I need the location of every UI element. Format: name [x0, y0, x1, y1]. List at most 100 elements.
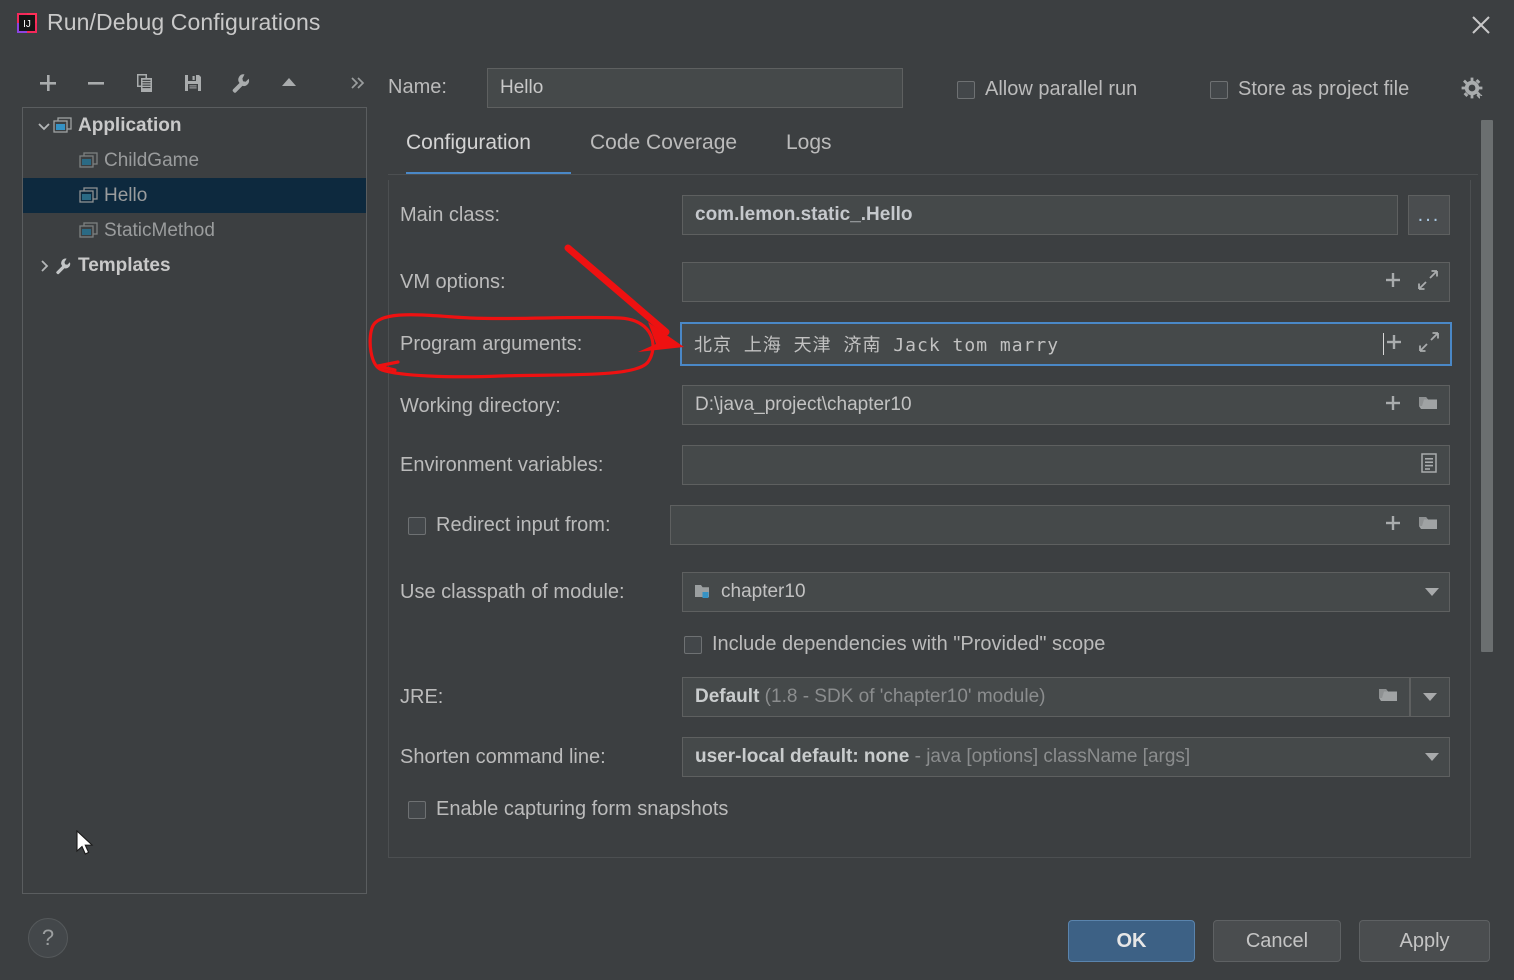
- enable-snapshots-checkbox[interactable]: Enable capturing form snapshots: [408, 798, 728, 821]
- macro-plus-icon[interactable]: [1383, 513, 1403, 538]
- application-icon: [53, 116, 73, 135]
- program-arguments-input[interactable]: 北京 上海 天津 济南 Jack tom marry: [680, 322, 1452, 366]
- tree-node-label: StaticMethod: [104, 219, 215, 241]
- tab-bar: Configuration Code Coverage Logs: [388, 131, 1478, 175]
- macro-plus-icon[interactable]: [1384, 332, 1404, 357]
- shorten-command-line-label: Shorten command line:: [400, 746, 606, 768]
- minus-icon[interactable]: [80, 62, 112, 102]
- vm-options-input[interactable]: [682, 262, 1450, 302]
- expand-icon[interactable]: [1417, 269, 1439, 296]
- arrow-up-icon[interactable]: [273, 62, 305, 102]
- close-icon[interactable]: [1462, 6, 1500, 44]
- apply-button[interactable]: Apply: [1359, 920, 1490, 962]
- cancel-button[interactable]: Cancel: [1213, 920, 1341, 962]
- tab-divider: [388, 174, 1478, 175]
- ok-button[interactable]: OK: [1068, 920, 1195, 962]
- jre-value-detail: (1.8 - SDK of 'chapter10' module): [759, 686, 1046, 707]
- classpath-module-dropdown[interactable]: [1425, 588, 1449, 596]
- form-scrollbar-thumb[interactable]: [1481, 120, 1493, 652]
- run-config-icon: [79, 186, 99, 205]
- name-input[interactable]: [487, 68, 903, 108]
- save-icon[interactable]: [177, 62, 209, 102]
- shorten-command-line-value: user-local default: none - java [options…: [683, 746, 1425, 768]
- working-directory-label: Working directory:: [400, 395, 561, 417]
- apply-label: Apply: [1399, 929, 1450, 952]
- redirect-input-checkbox[interactable]: Redirect input from:: [408, 514, 611, 537]
- tab-configuration[interactable]: Configuration: [406, 131, 571, 175]
- window-title: Run/Debug Configurations: [47, 9, 321, 35]
- cancel-label: Cancel: [1245, 929, 1309, 952]
- store-as-project-file-checkbox[interactable]: Store as project file: [1210, 78, 1409, 101]
- configurations-tree[interactable]: Application ChildGame Hello StaticMethod…: [22, 107, 367, 894]
- tree-node-label: Application: [78, 114, 182, 136]
- program-arguments-label: Program arguments:: [400, 333, 583, 355]
- chevron-down-icon: [1425, 753, 1439, 761]
- allow-parallel-run-checkbox[interactable]: Allow parallel run: [957, 78, 1137, 101]
- chevron-double-right-icon[interactable]: [344, 62, 372, 102]
- configurations-toolbar: [22, 62, 366, 108]
- checkbox-box: [1210, 80, 1228, 99]
- macro-plus-icon[interactable]: [1383, 270, 1403, 295]
- jre-dropdown-button[interactable]: [1410, 677, 1450, 717]
- tab-label: Configuration: [406, 131, 531, 154]
- intellij-idea-icon: IJ: [16, 12, 38, 34]
- plus-icon[interactable]: [32, 62, 64, 102]
- main-class-browse-button[interactable]: ...: [1408, 195, 1450, 235]
- env-list-icon[interactable]: [1419, 452, 1439, 479]
- classpath-module-label: Use classpath of module:: [400, 581, 625, 603]
- tree-node-application[interactable]: Application: [23, 108, 366, 143]
- folder-icon[interactable]: [1377, 685, 1399, 710]
- environment-variables-input[interactable]: [682, 445, 1450, 485]
- folder-icon[interactable]: [1417, 513, 1439, 538]
- tree-node-templates[interactable]: Templates: [23, 248, 366, 283]
- module-folder-icon: [683, 582, 715, 602]
- tree-node-childgame[interactable]: ChildGame: [23, 143, 366, 178]
- program-arguments-buttons: [1384, 331, 1450, 358]
- tree-node-staticmethod[interactable]: StaticMethod: [23, 213, 366, 248]
- title-bar: IJ Run/Debug Configurations: [0, 0, 1514, 50]
- vm-options-buttons: [1383, 269, 1449, 296]
- chevron-down-icon[interactable]: [35, 117, 53, 135]
- chevron-right-icon[interactable]: [35, 257, 53, 275]
- wrench-icon: [53, 257, 73, 275]
- tree-node-label: ChildGame: [104, 149, 200, 171]
- jre-label: JRE:: [400, 686, 444, 708]
- shorten-command-line-select[interactable]: user-local default: none - java [options…: [682, 737, 1450, 777]
- folder-icon[interactable]: [1417, 393, 1439, 418]
- program-arguments-value: 北京 上海 天津 济南 Jack tom marry: [694, 335, 1060, 356]
- help-button[interactable]: ?: [28, 918, 68, 958]
- main-class-input[interactable]: com.lemon.static_.Hello: [682, 195, 1398, 235]
- classpath-module-value: chapter10: [721, 581, 806, 602]
- tab-label: Code Coverage: [590, 131, 738, 154]
- working-directory-buttons: [1383, 393, 1449, 418]
- redirect-input-field[interactable]: [670, 505, 1450, 545]
- run-debug-configurations-dialog: IJ Run/Debug Configurations Application …: [0, 0, 1514, 980]
- copy-icon[interactable]: [129, 62, 161, 102]
- tab-code-coverage[interactable]: Code Coverage: [590, 131, 737, 175]
- macro-plus-icon[interactable]: [1383, 393, 1403, 418]
- main-class-label: Main class:: [400, 204, 501, 226]
- jre-value: Default (1.8 - SDK of 'chapter10' module…: [683, 686, 1377, 708]
- include-provided-checkbox[interactable]: Include dependencies with "Provided" sco…: [684, 633, 1105, 656]
- ok-label: OK: [1116, 929, 1147, 952]
- shorten-command-line-dropdown[interactable]: [1425, 753, 1449, 761]
- tree-node-hello[interactable]: Hello: [23, 178, 366, 213]
- jre-browse-button[interactable]: [1377, 685, 1409, 710]
- allow-parallel-run-label: Allow parallel run: [985, 78, 1138, 100]
- expand-icon[interactable]: [1418, 331, 1440, 358]
- wrench-icon[interactable]: [225, 62, 257, 102]
- classpath-module-select[interactable]: chapter10: [682, 572, 1450, 612]
- jre-select[interactable]: Default (1.8 - SDK of 'chapter10' module…: [682, 677, 1410, 717]
- redirect-input-buttons: [1383, 513, 1449, 538]
- checkbox-box: [408, 516, 426, 535]
- ellipsis-label: ...: [1417, 204, 1441, 226]
- working-directory-input[interactable]: D:\java_project\chapter10: [682, 385, 1450, 425]
- checkbox-box: [957, 80, 975, 99]
- tab-label: Logs: [786, 131, 832, 154]
- tree-node-label: Hello: [104, 184, 148, 206]
- tab-logs[interactable]: Logs: [786, 131, 832, 175]
- shorten-value-detail: - java [options] className [args]: [909, 746, 1191, 767]
